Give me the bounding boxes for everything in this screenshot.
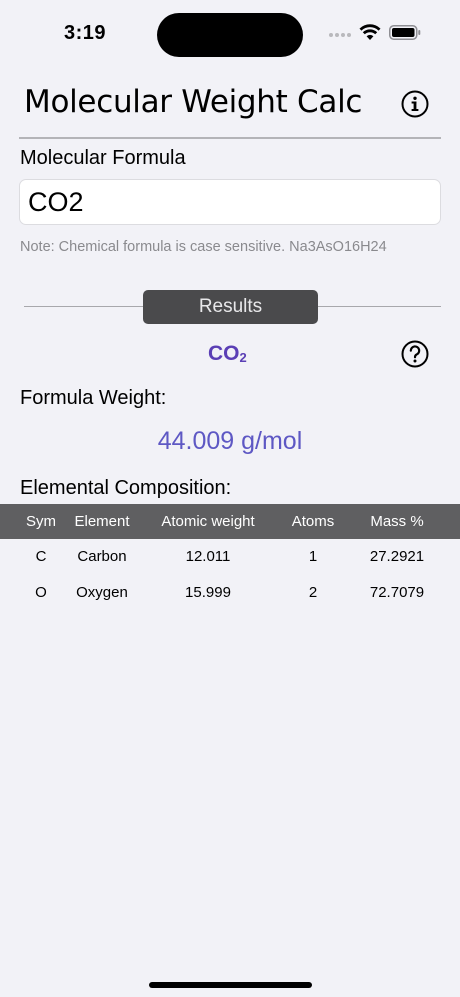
column-header-atoms: Atoms: [291, 513, 335, 530]
cell-mass-percent: 27.2921: [369, 548, 425, 565]
elemental-composition-label: Elemental Composition:: [20, 477, 232, 499]
column-header-sym: Sym: [26, 513, 56, 530]
formula-base: CO: [208, 342, 240, 365]
cell-element: Oxygen: [76, 584, 128, 601]
column-header-element: Element: [74, 513, 130, 530]
column-header-mass-percent: Mass %: [370, 513, 424, 530]
formatted-formula: CO2: [208, 342, 247, 366]
cell-mass-percent: 72.7079: [369, 584, 425, 601]
cell-sym: O: [35, 584, 47, 601]
table-row: O Oxygen 15.999 2 72.7079: [0, 575, 460, 611]
home-indicator[interactable]: [149, 982, 312, 988]
title-divider: [19, 137, 441, 139]
column-header-atomic-weight: Atomic weight: [161, 513, 255, 530]
formula-input[interactable]: [19, 179, 441, 225]
cell-sym: C: [35, 548, 47, 565]
battery-icon: [389, 25, 421, 40]
results-header: Results: [143, 290, 318, 324]
status-time: 3:19: [64, 22, 107, 44]
cell-element: Carbon: [77, 548, 127, 565]
cell-atoms: 2: [308, 584, 318, 601]
composition-table-header: Sym Element Atomic weight Atoms Mass %: [0, 504, 460, 539]
dynamic-island: [157, 13, 303, 57]
help-icon[interactable]: [401, 340, 429, 368]
case-sensitivity-note: Note: Chemical formula is case sensitive…: [20, 239, 387, 255]
cell-atoms: 1: [308, 548, 318, 565]
status-bar: 3:19: [0, 0, 460, 70]
results-divider-left: [24, 306, 143, 307]
formula-subscript: 2: [239, 350, 247, 365]
info-icon[interactable]: [401, 90, 429, 118]
formula-label: Molecular Formula: [20, 147, 186, 169]
cell-atomic-weight: 12.011: [185, 548, 231, 565]
wifi-icon: [359, 24, 381, 40]
cell-atomic-weight: 15.999: [185, 584, 231, 601]
formula-weight-label: Formula Weight:: [20, 387, 167, 409]
table-row: C Carbon 12.011 1 27.2921: [0, 539, 460, 575]
cellular-signal-icon: [329, 33, 353, 39]
results-divider-right: [318, 306, 441, 307]
page-title: Molecular Weight Calc: [24, 84, 363, 120]
formula-weight-value: 44.009 g/mol: [157, 427, 303, 455]
